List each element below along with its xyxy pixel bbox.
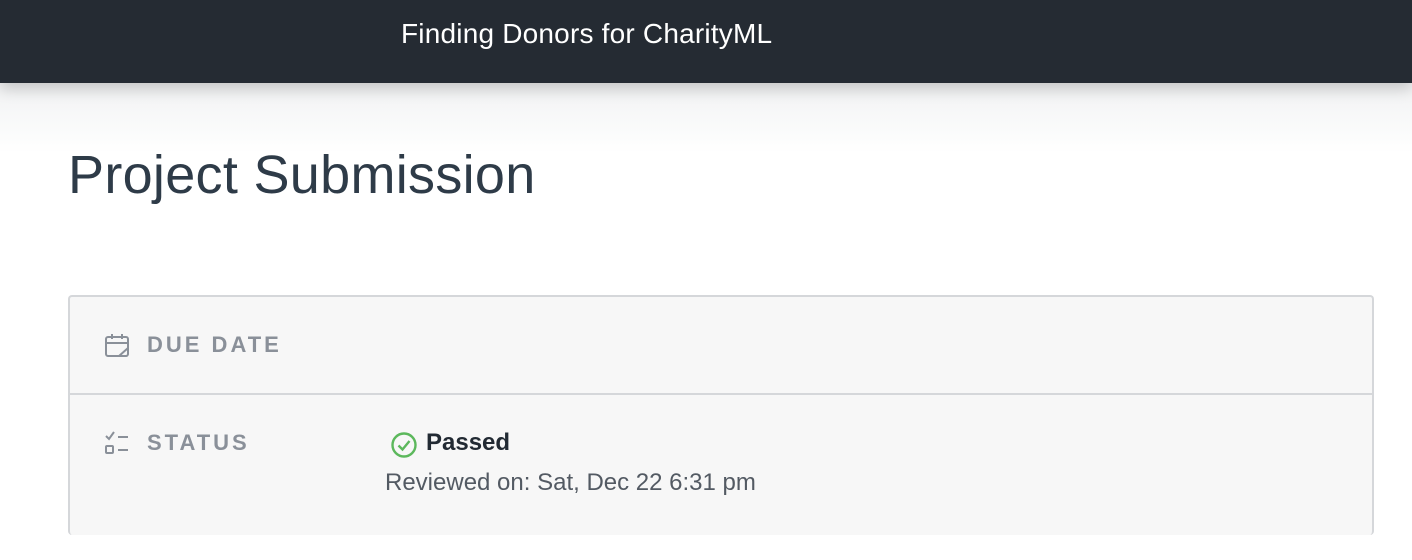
check-circle-icon <box>391 432 417 458</box>
due-date-label: DUE DATE <box>147 332 282 357</box>
status-label-group: STATUS <box>103 429 250 457</box>
calendar-icon <box>105 334 129 357</box>
due-date-label-group: DUE DATE <box>103 331 282 359</box>
project-name: Finding Donors for CharityML <box>401 18 773 49</box>
reviewed-timestamp: Reviewed on: Sat, Dec 22 6:31 pm <box>385 469 756 496</box>
status-row: STATUS Passed Reviewed on: Sat, Dec 22 6… <box>70 395 1372 535</box>
status-value-group: Passed <box>390 427 510 459</box>
status-value: Passed <box>426 429 511 456</box>
status-label: STATUS <box>147 430 250 455</box>
page-title: Project Submission <box>68 145 536 205</box>
checklist-icon <box>105 431 128 454</box>
submission-info-card: DUE DATE STATUS Passed Reviewed on: Sat,… <box>68 295 1374 535</box>
due-date-row: DUE DATE <box>70 297 1372 395</box>
top-header-bar: Finding Donors for CharityML <box>0 0 1412 83</box>
